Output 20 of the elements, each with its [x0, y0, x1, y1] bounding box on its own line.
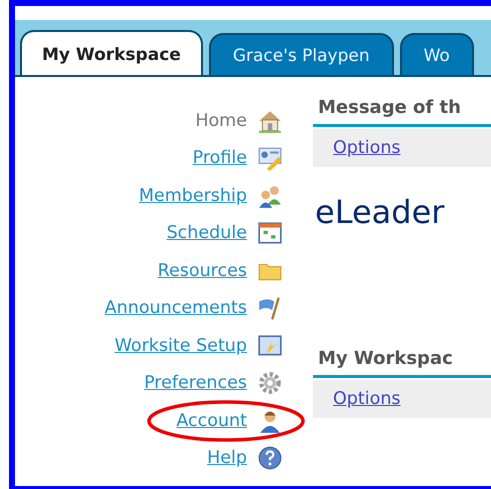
- flag-icon: [257, 295, 283, 322]
- nav-link[interactable]: Preferences: [144, 373, 247, 394]
- options-link[interactable]: Options: [333, 138, 401, 158]
- calendar-icon: [257, 220, 283, 246]
- gear-icon: [257, 370, 283, 396]
- tab[interactable]: Wo: [400, 33, 474, 75]
- nav-link[interactable]: Announcements: [104, 298, 247, 318]
- nav-link[interactable]: Help: [207, 448, 247, 468]
- nav-link[interactable]: Worksite Setup: [114, 336, 247, 356]
- options-link[interactable]: Options: [333, 389, 401, 409]
- tab[interactable]: My Workspace: [20, 30, 203, 75]
- nav-link[interactable]: Membership: [138, 186, 247, 206]
- nav-item[interactable]: Home: [195, 110, 247, 131]
- message-text: eLeader: [314, 192, 446, 233]
- help-icon: [257, 445, 283, 472]
- tab[interactable]: Grace's Playpen: [208, 33, 394, 75]
- nav-link[interactable]: Schedule: [166, 223, 247, 244]
- nav-link[interactable]: Profile: [192, 148, 247, 168]
- nav-link[interactable]: Resources: [158, 260, 247, 281]
- profile-icon: [257, 145, 283, 172]
